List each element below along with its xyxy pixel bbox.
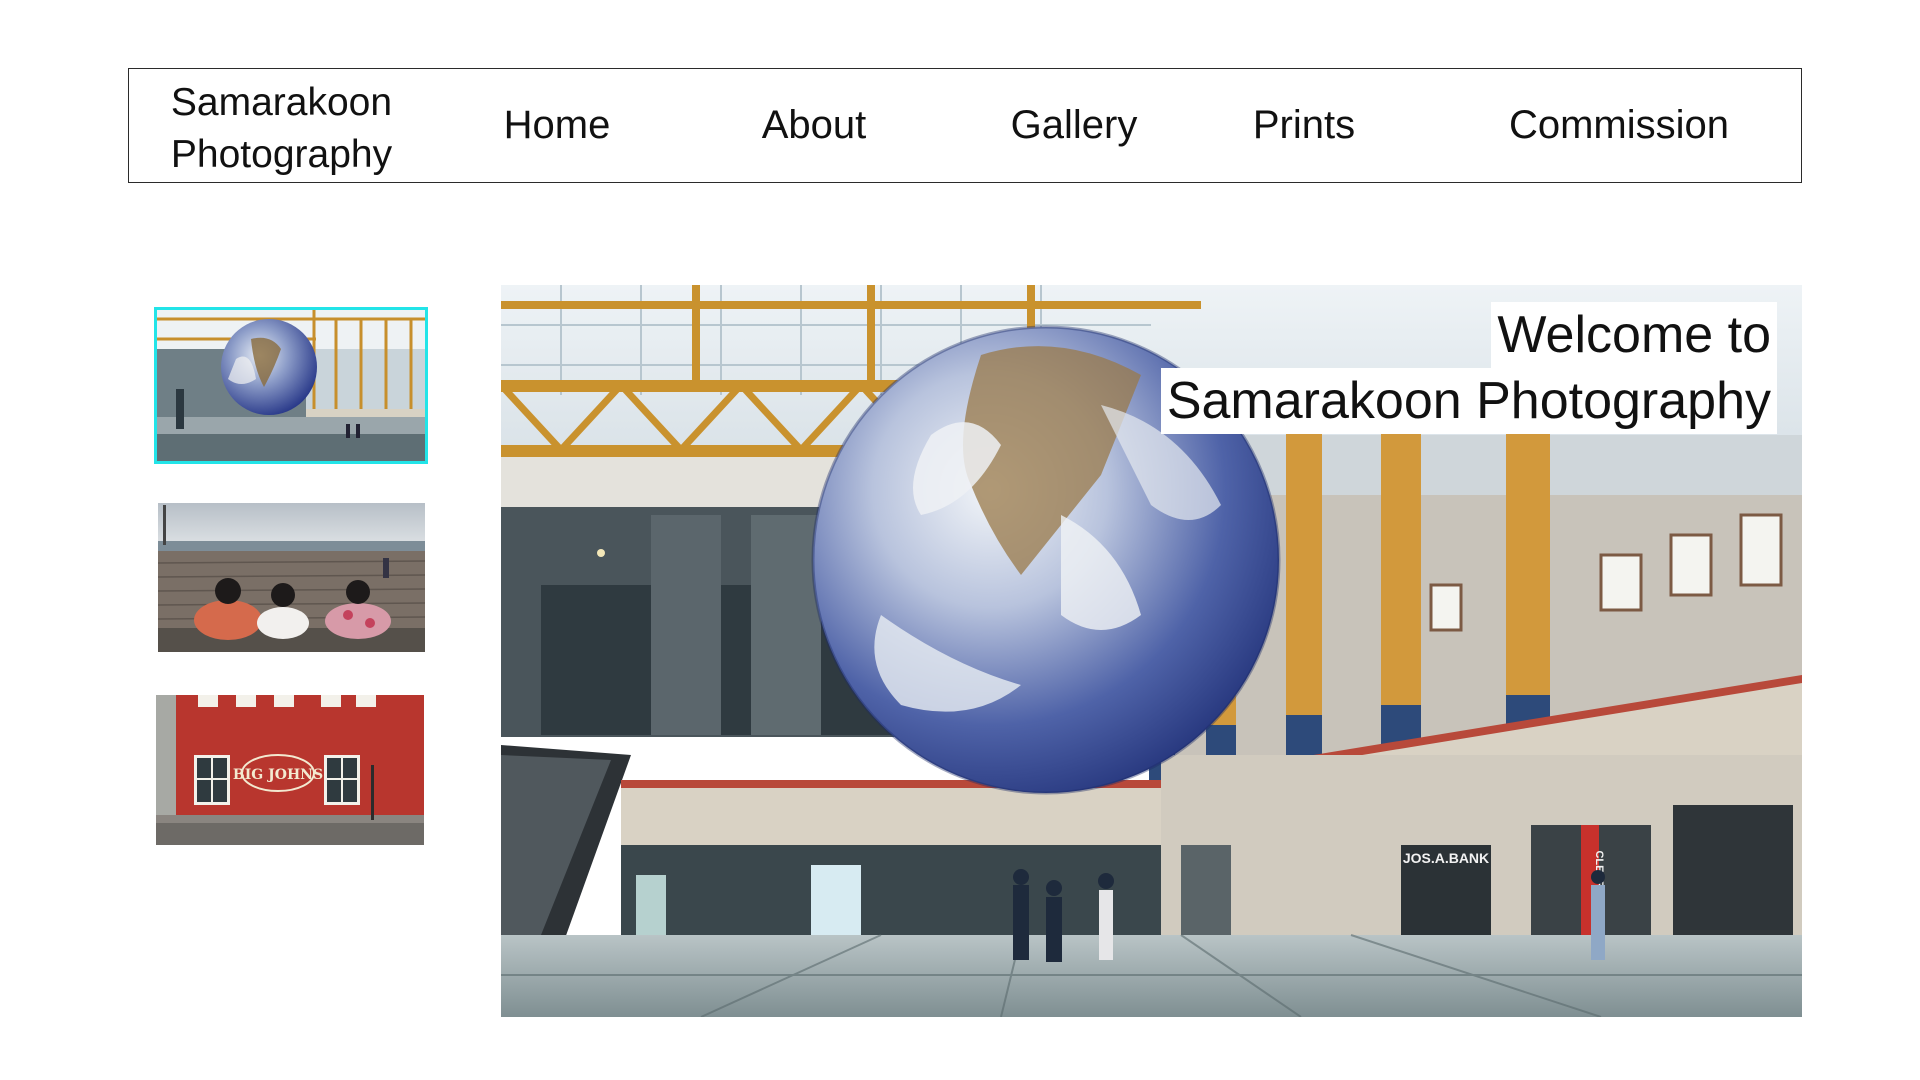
hero-welcome-heading: Welcome to Samarakoon Photography bbox=[1160, 302, 1777, 434]
store-sign-text: JOS.A.BANK bbox=[1403, 850, 1489, 866]
thumbnail-big-johns-building[interactable]: BIG JOHNS bbox=[156, 695, 424, 845]
hero-image: JOS.A.BANK CLEARANCE bbox=[501, 285, 1802, 1017]
brand-logo-link[interactable]: Samarakoon Photography bbox=[159, 77, 404, 181]
thumbnail-big-johns-building-image: BIG JOHNS bbox=[156, 695, 424, 845]
thumbnail-friends-on-pier-image bbox=[158, 503, 425, 652]
nav-link-home[interactable]: Home bbox=[497, 69, 617, 181]
brand-name-line1: Samarakoon bbox=[170, 81, 393, 124]
welcome-line2: Samarakoon Photography bbox=[1160, 368, 1777, 434]
big-johns-sign-text: BIG JOHNS bbox=[233, 767, 323, 783]
thumbnail-globe-atrium-image bbox=[156, 309, 426, 462]
nav-link-commission[interactable]: Commission bbox=[1499, 69, 1739, 181]
brand-name-line2: Photography bbox=[170, 133, 393, 176]
thumbnail-globe-atrium[interactable] bbox=[154, 307, 428, 464]
thumbnail-friends-on-pier[interactable] bbox=[158, 503, 425, 652]
nav-link-gallery[interactable]: Gallery bbox=[999, 69, 1149, 181]
top-navigation-bar: Samarakoon Photography Home About Galler… bbox=[128, 68, 1802, 183]
welcome-line1: Welcome to bbox=[1491, 302, 1777, 368]
nav-link-about[interactable]: About bbox=[749, 69, 879, 181]
nav-link-prints[interactable]: Prints bbox=[1239, 69, 1369, 181]
